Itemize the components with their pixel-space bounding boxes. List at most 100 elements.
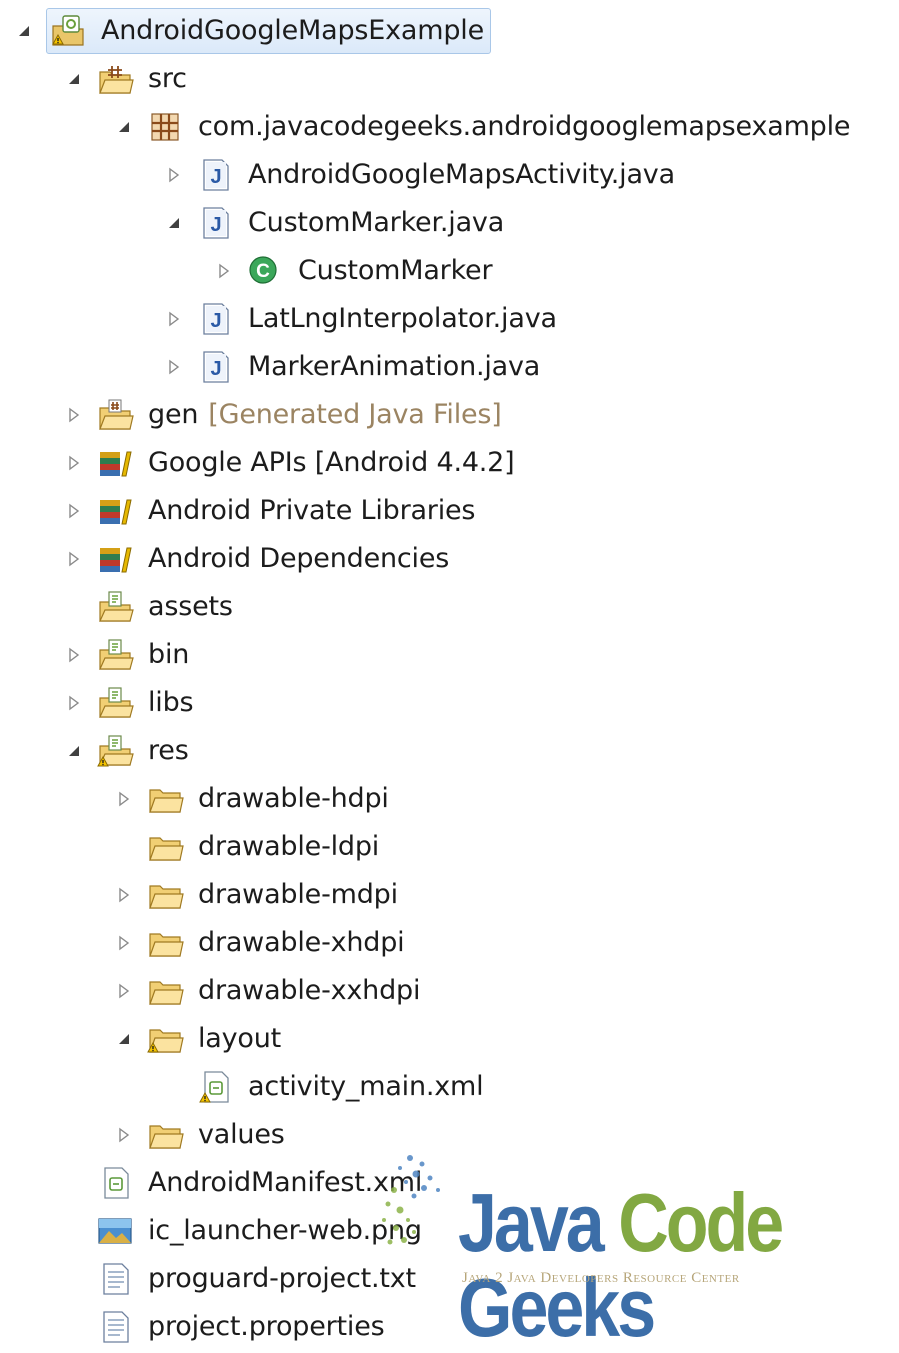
expand-twisty[interactable] bbox=[114, 117, 134, 137]
expand-twisty[interactable] bbox=[214, 261, 234, 281]
folder-icon bbox=[146, 926, 184, 960]
expand-twisty[interactable] bbox=[114, 1125, 134, 1145]
java-code-geeks-watermark: Java Code Geeks Java 2 Java Developers R… bbox=[370, 1150, 870, 1350]
tree-row-project[interactable]: AndroidGoogleMapsExample bbox=[0, 8, 899, 54]
tree-row-libs[interactable]: libs bbox=[0, 680, 899, 726]
tree-row-google-apis[interactable]: Google APIs [Android 4.4.2] bbox=[0, 440, 899, 486]
selection-highlight: AndroidGoogleMapsExample bbox=[46, 8, 491, 54]
tree-item-label: res bbox=[148, 735, 189, 766]
logo-wordmark: Java Code Geeks bbox=[458, 1180, 870, 1350]
tree-row-drawable-xxhdpi[interactable]: drawable-xxhdpi bbox=[0, 968, 899, 1014]
expand-twisty bbox=[64, 1221, 84, 1241]
tree-item-label: bin bbox=[148, 639, 190, 670]
tree-row-gen[interactable]: gen [Generated Java Files] bbox=[0, 392, 899, 438]
tree-item-label: AndroidGoogleMapsExample bbox=[101, 15, 484, 46]
expand-twisty[interactable] bbox=[64, 645, 84, 665]
tree-row-src[interactable]: src bbox=[0, 56, 899, 102]
tree-row-drawable-hdpi[interactable]: drawable-hdpi bbox=[0, 776, 899, 822]
expand-twisty[interactable] bbox=[114, 981, 134, 1001]
library-icon bbox=[96, 542, 134, 576]
tree-row-custommarker-java[interactable]: J CustomMarker.java bbox=[0, 200, 899, 246]
expand-twisty[interactable] bbox=[64, 69, 84, 89]
java-file-icon: J bbox=[196, 206, 234, 240]
expand-twisty[interactable] bbox=[114, 885, 134, 905]
svg-text:J: J bbox=[210, 358, 221, 380]
package-icon bbox=[146, 110, 184, 144]
tree-row-latlng-java[interactable]: J LatLngInterpolator.java bbox=[0, 296, 899, 342]
folder-icon bbox=[146, 782, 184, 816]
expand-twisty[interactable] bbox=[114, 933, 134, 953]
generated-source-folder-icon bbox=[96, 398, 134, 432]
tree-item-label: Google APIs [Android 4.4.2] bbox=[148, 447, 515, 478]
folder-icon bbox=[146, 878, 184, 912]
expand-twisty[interactable] bbox=[164, 213, 184, 233]
xml-file-icon bbox=[96, 1166, 134, 1200]
text-file-icon bbox=[96, 1262, 134, 1296]
folder-icon bbox=[146, 974, 184, 1008]
expand-twisty bbox=[64, 1269, 84, 1289]
expand-twisty[interactable] bbox=[64, 693, 84, 713]
tree-item-label: drawable-xxhdpi bbox=[198, 975, 421, 1006]
tree-item-label: MarkerAnimation.java bbox=[248, 351, 541, 382]
expand-twisty[interactable] bbox=[64, 741, 84, 761]
java-file-icon: J bbox=[196, 350, 234, 384]
image-file-icon bbox=[96, 1214, 134, 1248]
svg-text:J: J bbox=[210, 214, 221, 236]
tree-item-decoration: [Generated Java Files] bbox=[208, 399, 502, 430]
expand-twisty[interactable] bbox=[64, 549, 84, 569]
tree-row-private-libraries[interactable]: Android Private Libraries bbox=[0, 488, 899, 534]
tree-row-package[interactable]: com.javacodegeeks.androidgooglemapsexamp… bbox=[0, 104, 899, 150]
svg-text:J: J bbox=[210, 310, 221, 332]
library-icon bbox=[96, 446, 134, 480]
tree-row-drawable-xhdpi[interactable]: drawable-xhdpi bbox=[0, 920, 899, 966]
tree-item-label: values bbox=[198, 1119, 285, 1150]
folder-icon bbox=[146, 1118, 184, 1152]
tree-row-assets[interactable]: assets bbox=[0, 584, 899, 630]
resource-folder-icon bbox=[96, 638, 134, 672]
expand-twisty[interactable] bbox=[64, 405, 84, 425]
logo-dots-icon bbox=[382, 1155, 440, 1245]
tree-item-label: src bbox=[148, 63, 187, 94]
expand-twisty[interactable] bbox=[164, 165, 184, 185]
tree-item-label: assets bbox=[148, 591, 233, 622]
tree-item-label: layout bbox=[198, 1023, 282, 1054]
tree-row-custommarker-class[interactable]: C CustomMarker bbox=[0, 248, 899, 294]
tree-row-layout[interactable]: layout bbox=[0, 1016, 899, 1062]
expand-twisty bbox=[114, 837, 134, 857]
tree-item-label: CustomMarker.java bbox=[248, 207, 505, 238]
tree-item-label: com.javacodegeeks.androidgooglemapsexamp… bbox=[198, 111, 851, 142]
tree-item-label: AndroidGoogleMapsActivity.java bbox=[248, 159, 675, 190]
svg-text:J: J bbox=[210, 166, 221, 188]
folder-icon bbox=[146, 830, 184, 864]
expand-twisty[interactable] bbox=[14, 21, 34, 41]
resource-folder-icon bbox=[96, 686, 134, 720]
tree-row-dependencies[interactable]: Android Dependencies bbox=[0, 536, 899, 582]
tree-row-res[interactable]: res bbox=[0, 728, 899, 774]
logo-java: Java bbox=[458, 1176, 605, 1269]
tree-item-label: CustomMarker bbox=[298, 255, 493, 286]
expand-twisty[interactable] bbox=[164, 357, 184, 377]
tree-row-activity-java[interactable]: J AndroidGoogleMapsActivity.java bbox=[0, 152, 899, 198]
tree-item-label: Android Private Libraries bbox=[148, 495, 476, 526]
tree-row-drawable-ldpi[interactable]: drawable-ldpi bbox=[0, 824, 899, 870]
tree-item-label: project.properties bbox=[148, 1311, 385, 1342]
expand-twisty[interactable] bbox=[114, 1029, 134, 1049]
library-icon bbox=[96, 494, 134, 528]
tree-row-activity-main-xml[interactable]: activity_main.xml bbox=[0, 1064, 899, 1110]
tree-item-label: drawable-mdpi bbox=[198, 879, 398, 910]
java-file-icon: J bbox=[196, 158, 234, 192]
folder-icon bbox=[146, 1022, 184, 1056]
tree-row-markeranimation-java[interactable]: J MarkerAnimation.java bbox=[0, 344, 899, 390]
tree-row-bin[interactable]: bin bbox=[0, 632, 899, 678]
java-file-icon: J bbox=[196, 302, 234, 336]
expand-twisty[interactable] bbox=[64, 501, 84, 521]
tree-row-drawable-mdpi[interactable]: drawable-mdpi bbox=[0, 872, 899, 918]
expand-twisty[interactable] bbox=[114, 789, 134, 809]
tree-item-label: LatLngInterpolator.java bbox=[248, 303, 557, 334]
tree-item-label: drawable-ldpi bbox=[198, 831, 380, 862]
expand-twisty bbox=[64, 1317, 84, 1337]
expand-twisty[interactable] bbox=[64, 453, 84, 473]
expand-twisty bbox=[64, 1173, 84, 1193]
logo-code: Code bbox=[618, 1176, 784, 1269]
expand-twisty[interactable] bbox=[164, 309, 184, 329]
